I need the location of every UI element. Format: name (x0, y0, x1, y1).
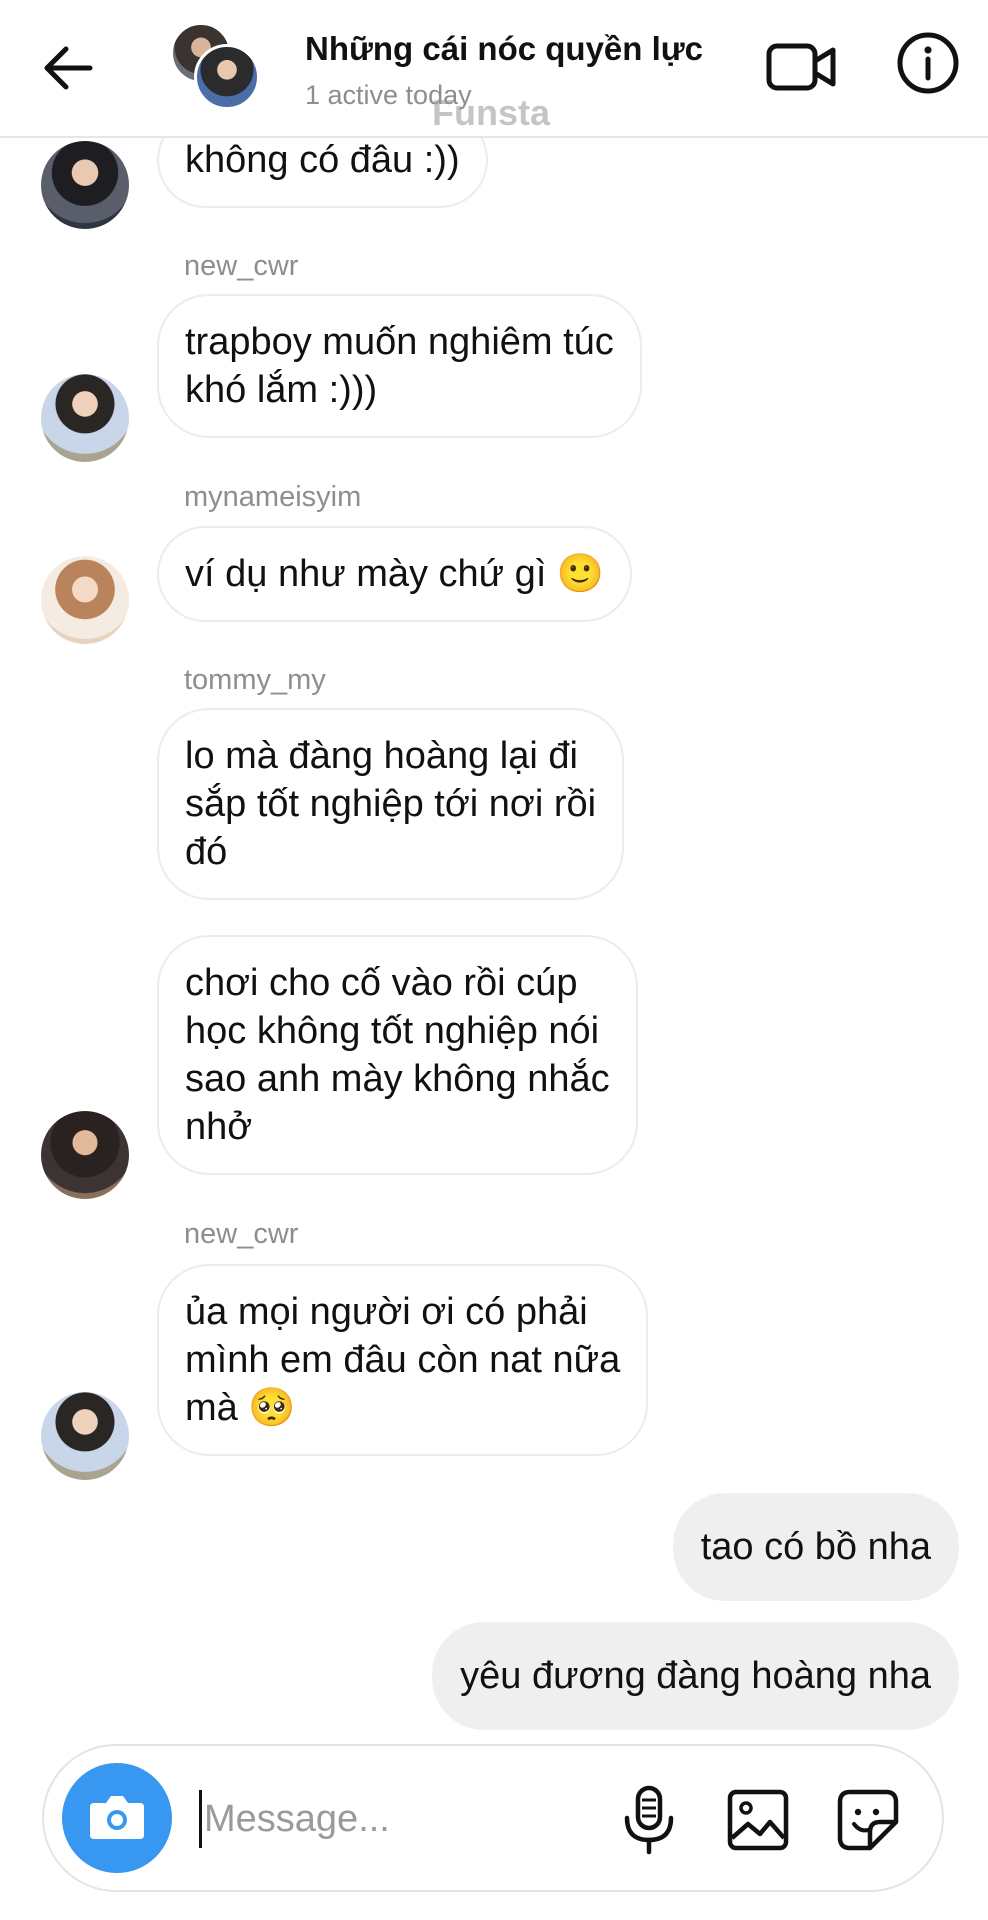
message-text-line: lo mà đàng hoàng lại đi (185, 735, 578, 777)
text-cursor (199, 1790, 202, 1848)
video-call-button[interactable] (765, 30, 839, 104)
message-bubble[interactable]: lo mà đàng hoàng lại đi sắp tốt nghiệp t… (157, 708, 625, 900)
camera-icon (90, 1796, 144, 1839)
sender-username: new_cwr (184, 250, 299, 282)
message-text-line: mà 🥺 (185, 1387, 296, 1429)
group-avatar[interactable] (170, 22, 266, 112)
sender-avatar[interactable] (41, 1111, 129, 1199)
back-button[interactable] (36, 36, 100, 100)
sticker-button[interactable] (834, 1786, 902, 1854)
member-avatar (194, 44, 260, 110)
message-input[interactable] (204, 1790, 504, 1848)
message-text: yêu đương đàng hoàng nha (460, 1655, 931, 1697)
chat-title[interactable]: Những cái nóc quyền lực (305, 30, 703, 68)
chat-header: Những cái nóc quyền lực 1 active today F… (0, 0, 988, 138)
message-text-line: trapboy muốn nghiêm túc (185, 321, 614, 363)
info-button[interactable] (895, 30, 961, 96)
image-icon (727, 1789, 789, 1851)
microphone-icon (624, 1785, 674, 1855)
message-bubble[interactable]: trapboy muốn nghiêm túc khó lắm :))) (157, 294, 642, 438)
message-bubble[interactable]: ủa mọi người ơi có phải mình em đâu còn … (157, 1264, 649, 1456)
message-text-line: khó lắm :))) (185, 369, 378, 411)
sender-avatar[interactable] (41, 556, 129, 644)
message-bubble[interactable]: ví dụ như mày chứ gì 🙂 (157, 526, 633, 622)
outgoing-message-bubble[interactable]: yêu đương đàng hoàng nha (432, 1622, 959, 1730)
message-text-line: mình em đâu còn nat nữa (185, 1339, 621, 1381)
message-text-line: sắp tốt nghiệp tới nơi rồi (185, 783, 597, 825)
message-text: ví dụ như mày chứ gì 🙂 (185, 553, 605, 595)
message-text: tao có bồ nha (700, 1526, 931, 1568)
info-icon (897, 32, 959, 94)
message-text: không có đâu :)) (185, 139, 460, 181)
watermark-text: Funsta (432, 92, 551, 133)
message-thread[interactable]: không có đâu :)) new_cwr trapboy muốn ng… (0, 0, 988, 1740)
sender-username: new_cwr (184, 1218, 299, 1250)
message-composer (42, 1744, 944, 1892)
message-bubble[interactable]: chơi cho cố vào rồi cúp học không tốt ng… (157, 935, 638, 1175)
sender-username: tommy_my (184, 664, 326, 696)
video-camera-icon (766, 43, 836, 91)
outgoing-message-bubble[interactable]: tao có bồ nha (672, 1493, 959, 1601)
arrow-left-icon (44, 46, 93, 90)
message-text-line: học không tốt nghiệp nói (185, 1010, 600, 1052)
gallery-button[interactable] (724, 1786, 792, 1854)
message-text-line: nhở (185, 1106, 253, 1148)
sender-username: mynameisyim (184, 481, 362, 513)
message-text-line: ủa mọi người ơi có phải (185, 1291, 588, 1333)
camera-button[interactable] (62, 1763, 172, 1873)
voice-message-button[interactable] (614, 1782, 684, 1858)
sticker-icon (837, 1789, 899, 1851)
sender-avatar[interactable] (41, 141, 129, 229)
sender-avatar[interactable] (41, 1392, 129, 1480)
message-text-line: đó (185, 831, 228, 873)
sender-avatar[interactable] (41, 374, 129, 462)
message-text-line: sao anh mày không nhắc (185, 1058, 610, 1100)
message-text-line: chơi cho cố vào rồi cúp (185, 962, 578, 1004)
